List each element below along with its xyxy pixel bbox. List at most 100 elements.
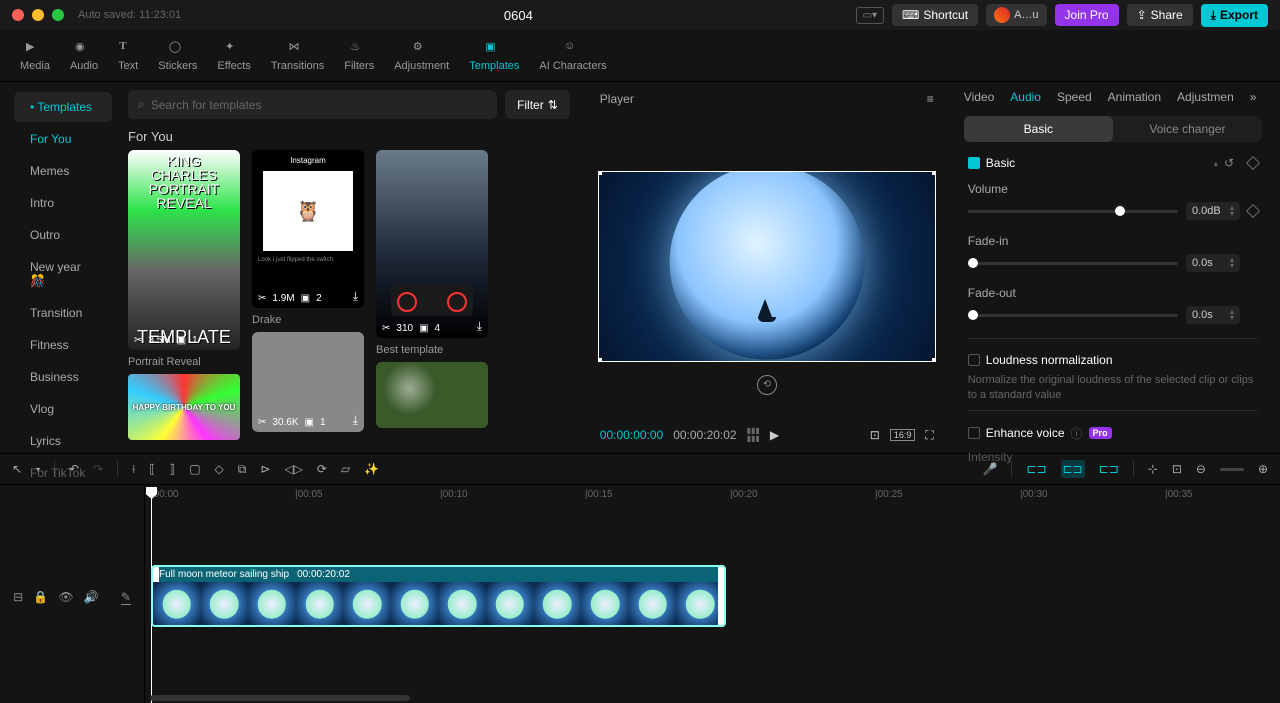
tab-templates[interactable]: ▣Templates xyxy=(459,30,529,81)
marker-tool[interactable]: ◇ xyxy=(215,462,224,476)
category-outro[interactable]: Outro xyxy=(14,220,112,250)
resize-handle[interactable] xyxy=(598,358,602,362)
enhance-checkbox[interactable] xyxy=(968,427,980,439)
track-edit-icon[interactable]: ✎ xyxy=(121,590,131,605)
enhance-tool[interactable]: ✨ xyxy=(364,462,379,476)
snapshot-icon[interactable]: ⊡ xyxy=(870,428,880,442)
reverse-tool[interactable]: ⊳ xyxy=(260,462,270,476)
align-icon[interactable]: ⊹ xyxy=(1148,462,1158,476)
template-card[interactable]: ✂30.6K▣1 ⤓ xyxy=(252,332,364,432)
tab-transitions[interactable]: ⋈Transitions xyxy=(261,30,334,81)
tab-adjustment[interactable]: ⚙Adjustment xyxy=(384,30,459,81)
template-card[interactable]: Instagram 🦉 Look I just flipped the swit… xyxy=(252,150,364,308)
share-button[interactable]: ⇪Share xyxy=(1127,4,1193,26)
tab-stickers[interactable]: ◯Stickers xyxy=(148,30,207,81)
volume-value[interactable]: 0.0dB▴▾ xyxy=(1186,202,1240,220)
stepper-icon[interactable]: ▴▾ xyxy=(1230,309,1234,321)
prop-tab-animation[interactable]: Animation xyxy=(1108,90,1161,104)
search-input[interactable]: ⌕Search for templates xyxy=(128,90,497,119)
join-pro-button[interactable]: Join Pro xyxy=(1055,4,1119,26)
user-chip[interactable]: A…u xyxy=(986,4,1046,26)
rotate-tool[interactable]: ⟳ xyxy=(317,462,327,476)
chevron-up-icon[interactable]: ▴ xyxy=(1214,159,1218,168)
prop-tab-audio[interactable]: Audio xyxy=(1010,90,1041,104)
resize-handle[interactable] xyxy=(598,171,602,175)
more-tabs-icon[interactable]: » xyxy=(1250,90,1257,104)
resize-handle[interactable] xyxy=(932,171,936,175)
video-clip[interactable]: Full moon meteor sailing ship 00:00:20:0… xyxy=(151,565,726,627)
template-card[interactable]: HAPPY BIRTHDAY TO YOU xyxy=(128,374,240,440)
keyframe-icon[interactable] xyxy=(1246,204,1260,218)
fadein-slider[interactable] xyxy=(968,262,1178,265)
timeline-ruler[interactable]: |00:00 |00:05 |00:10 |00:15 |00:20 |00:2… xyxy=(145,485,1280,507)
prop-tab-speed[interactable]: Speed xyxy=(1057,90,1092,104)
category-new-year[interactable]: New year 🎊 xyxy=(14,252,112,296)
preview-icon[interactable]: ⊡ xyxy=(1172,462,1182,476)
crop-tool[interactable]: ▱ xyxy=(341,462,350,476)
layout-icon[interactable]: ▭▾ xyxy=(856,7,884,24)
download-icon[interactable]: ⤓ xyxy=(477,319,482,334)
category-intro[interactable]: Intro xyxy=(14,188,112,218)
category-memes[interactable]: Memes xyxy=(14,156,112,186)
fadein-value[interactable]: 0.0s▴▾ xyxy=(1186,254,1240,272)
clip-handle-right[interactable] xyxy=(718,567,726,625)
download-icon[interactable]: ⤓ xyxy=(353,413,358,428)
timeline-tracks[interactable]: |00:00 |00:05 |00:10 |00:15 |00:20 |00:2… xyxy=(145,485,1280,703)
rotate-handle[interactable]: ⟲ xyxy=(757,375,777,395)
category-templates-heading[interactable]: • Templates xyxy=(14,92,112,122)
filter-button[interactable]: Filter⇅ xyxy=(505,90,570,119)
download-icon[interactable]: ⤓ xyxy=(353,289,358,304)
tab-text[interactable]: TText xyxy=(108,30,148,81)
close-window[interactable] xyxy=(12,9,24,21)
redo-button[interactable]: ↷ xyxy=(93,462,103,476)
stepper-icon[interactable]: ▴▾ xyxy=(1230,205,1234,217)
volume-slider[interactable] xyxy=(968,210,1178,213)
tab-effects[interactable]: ✦Effects xyxy=(207,30,260,81)
horizontal-scrollbar[interactable] xyxy=(150,695,410,701)
basic-checkbox[interactable] xyxy=(968,157,980,169)
tab-audio[interactable]: ◉Audio xyxy=(60,30,108,81)
delete-tool[interactable]: ▢ xyxy=(189,462,200,476)
info-icon[interactable]: ⓘ xyxy=(1071,425,1083,442)
aspect-ratio[interactable]: 16:9 xyxy=(890,429,916,441)
zoom-in-icon[interactable]: ⊕ xyxy=(1258,462,1268,476)
track-collapse-icon[interactable]: ⊟ xyxy=(13,590,23,604)
category-vlog[interactable]: Vlog xyxy=(14,394,112,424)
split-tool[interactable]: ⟊ xyxy=(132,462,135,477)
fadeout-value[interactable]: 0.0s▴▾ xyxy=(1186,306,1240,324)
loudness-checkbox[interactable] xyxy=(968,354,980,366)
seg-voice-changer[interactable]: Voice changer xyxy=(1113,116,1262,142)
tab-filters[interactable]: ♨Filters xyxy=(334,30,384,81)
tab-media[interactable]: ▶Media xyxy=(10,30,60,81)
fullscreen-icon[interactable]: ⛶ xyxy=(925,428,933,443)
shortcut-button[interactable]: ⌨Shortcut xyxy=(892,4,978,26)
track-visibility-icon[interactable]: 👁 xyxy=(58,590,73,604)
prop-tab-video[interactable]: Video xyxy=(964,90,994,104)
prop-tab-adjustment[interactable]: Adjustmen xyxy=(1177,90,1234,104)
template-card[interactable] xyxy=(376,362,488,428)
zoom-out-icon[interactable]: ⊖ xyxy=(1196,462,1206,476)
template-card[interactable]: KING CHARLESPORTRAIT REVEAL TEMPLATE ✂3.… xyxy=(128,150,240,350)
export-button[interactable]: ⤓Export xyxy=(1201,4,1268,27)
category-business[interactable]: Business xyxy=(14,362,112,392)
category-for-you[interactable]: For You xyxy=(14,124,112,154)
trim-left-tool[interactable]: ⟦ xyxy=(149,462,155,476)
category-transition[interactable]: Transition xyxy=(14,298,112,328)
minimize-window[interactable] xyxy=(32,9,44,21)
template-card[interactable]: ✂310▣4 ⤓ xyxy=(376,150,488,338)
track-mute-icon[interactable]: 🔊 xyxy=(84,590,99,604)
category-fitness[interactable]: Fitness xyxy=(14,330,112,360)
seg-basic[interactable]: Basic xyxy=(964,116,1113,142)
trim-right-tool[interactable]: ⟧ xyxy=(169,462,175,476)
resize-handle[interactable] xyxy=(932,358,936,362)
tab-ai-characters[interactable]: ☺AI Characters xyxy=(529,30,616,81)
player-canvas[interactable]: ⟲ xyxy=(588,116,946,417)
link-icon[interactable]: ⊏⊐ xyxy=(1099,462,1119,476)
magnet-off-icon[interactable]: ⊏⊐ xyxy=(1026,462,1046,476)
copy-tool[interactable]: ⧉ xyxy=(238,462,247,477)
player-menu-icon[interactable]: ≡ xyxy=(927,92,934,106)
play-button[interactable]: ▶ xyxy=(770,428,779,442)
video-preview[interactable] xyxy=(598,171,936,361)
track-lock-icon[interactable]: 🔒 xyxy=(33,590,48,604)
keyframe-icon[interactable] xyxy=(1246,156,1260,170)
